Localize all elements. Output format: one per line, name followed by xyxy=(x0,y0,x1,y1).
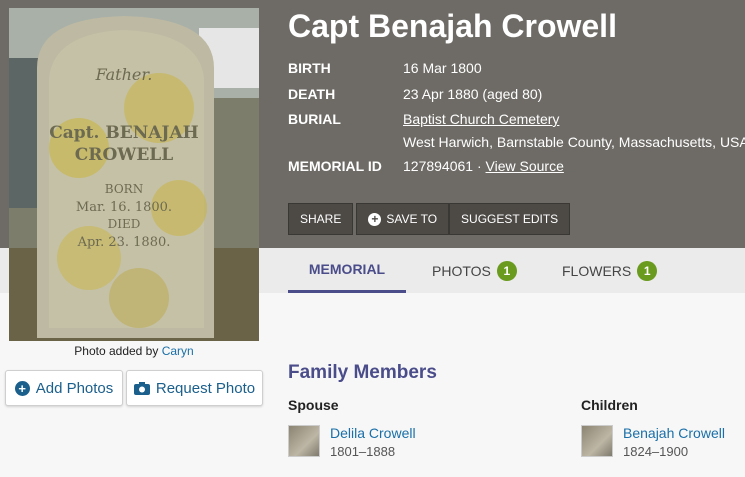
request-photo-button[interactable]: Request Photo xyxy=(126,370,263,406)
tab-flowers-label: FLOWERS xyxy=(562,262,632,279)
flowers-count-badge: 1 xyxy=(637,260,658,281)
death-label: DEATH xyxy=(288,86,336,102)
spouse-name-link[interactable]: Delila Crowell xyxy=(330,425,416,441)
tab-memorial-label: MEMORIAL xyxy=(308,261,386,277)
children-heading: Children xyxy=(581,397,638,413)
burial-location: West Harwich, Barnstable County, Massach… xyxy=(403,134,745,150)
tab-memorial[interactable]: MEMORIAL xyxy=(288,248,406,293)
tab-flowers[interactable]: FLOWERS 1 xyxy=(562,248,658,293)
child-years: 1824–1900 xyxy=(623,444,689,459)
save-to-label: SAVE TO xyxy=(386,212,438,226)
memorial-id-label: MEMORIAL ID xyxy=(288,158,382,174)
suggest-edits-label: SUGGEST EDITS xyxy=(461,212,559,226)
tab-photos[interactable]: PHOTOS 1 xyxy=(432,248,517,293)
add-photos-button[interactable]: + Add Photos xyxy=(5,370,123,406)
headstone-photo[interactable]: Father. Capt. BENAJAH CROWELL BORN Mar. … xyxy=(9,8,259,341)
plus-icon: + xyxy=(14,380,30,396)
plus-circle-icon: + xyxy=(368,212,382,226)
photo-contributor-link[interactable]: Caryn xyxy=(162,344,194,358)
photo-caption-prefix: Photo added by xyxy=(74,344,159,358)
headstone-line-4: BORN xyxy=(105,182,143,196)
memorial-name: Capt Benajah Crowell xyxy=(288,8,617,44)
headstone-line-7: Apr. 23. 1880. xyxy=(77,235,171,250)
headstone-line-5: Mar. 16. 1800. xyxy=(76,200,172,215)
share-label: SHARE xyxy=(300,212,342,226)
view-source-link[interactable]: View Source xyxy=(486,158,564,174)
spouse-years: 1801–1888 xyxy=(330,444,396,459)
headstone-line-6: DIED xyxy=(108,217,141,231)
suggest-edits-button[interactable]: SUGGEST EDITS xyxy=(449,203,571,235)
burial-label: BURIAL xyxy=(288,111,341,127)
family-member-spouse[interactable]: Delila Crowell 1801–1888 xyxy=(288,425,416,459)
spouse-heading: Spouse xyxy=(288,397,339,413)
spouse-thumbnail[interactable] xyxy=(288,425,320,457)
birth-value: 16 Mar 1800 xyxy=(403,60,482,76)
family-members-title: Family Members xyxy=(288,362,437,383)
death-value: 23 Apr 1880 (aged 80) xyxy=(403,86,543,102)
request-photo-label: Request Photo xyxy=(155,379,256,397)
photo-caption: Photo added by Caryn xyxy=(9,344,259,358)
save-to-button[interactable]: + SAVE TO xyxy=(356,203,450,235)
family-member-child[interactable]: Benajah Crowell 1824–1900 xyxy=(581,425,725,459)
action-bar: SHARE + SAVE TO SUGGEST EDITS xyxy=(288,203,573,235)
headstone-line-2: Capt. BENAJAH xyxy=(49,123,198,143)
headstone-line-3: CROWELL xyxy=(75,145,173,165)
share-button[interactable]: SHARE xyxy=(288,203,354,235)
photos-count-badge: 1 xyxy=(496,260,517,281)
headstone-image: Father. Capt. BENAJAH CROWELL BORN Mar. … xyxy=(9,8,259,341)
child-thumbnail[interactable] xyxy=(581,425,613,457)
camera-icon xyxy=(133,381,150,395)
cemetery-link[interactable]: Baptist Church Cemetery xyxy=(403,111,559,127)
headstone-line-1: Father. xyxy=(95,65,153,84)
add-photos-label: Add Photos xyxy=(35,379,114,397)
tab-photos-label: PHOTOS xyxy=(432,262,491,279)
memorial-id-value: 127894061 · xyxy=(403,158,486,174)
birth-label: BIRTH xyxy=(288,60,331,76)
child-name-link[interactable]: Benajah Crowell xyxy=(623,425,725,441)
